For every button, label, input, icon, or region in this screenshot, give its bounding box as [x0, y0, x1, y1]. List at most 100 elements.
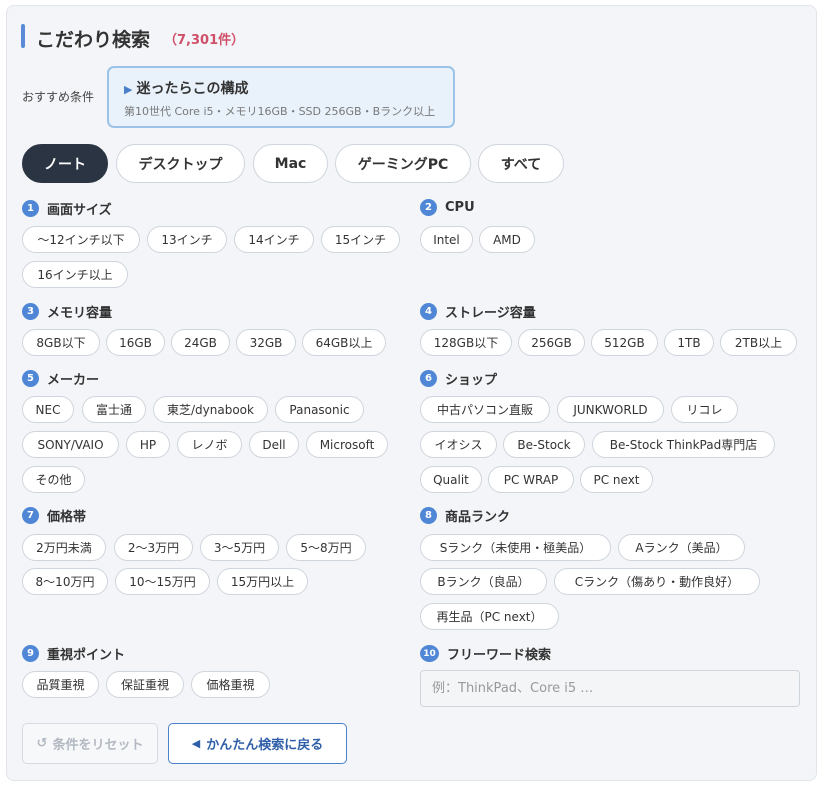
- option-shop-pc-next[interactable]: PC next: [580, 466, 653, 493]
- option-maker-sony-vaio[interactable]: SONY/VAIO: [22, 431, 119, 458]
- option-screen-15[interactable]: 15インチ: [321, 226, 400, 253]
- option-price-3-5[interactable]: 3〜5万円: [200, 534, 279, 561]
- tab-desktop[interactable]: デスクトップ: [116, 144, 245, 183]
- section-number-badge: 2: [420, 199, 437, 216]
- recommend-preset-button[interactable]: ▶ 迷ったらこの構成 第10世代 Core i5・メモリ16GB・SSD 256G…: [107, 66, 455, 128]
- left-arrow-icon: ◀: [191, 737, 201, 750]
- option-price-5-8[interactable]: 5〜8万円: [286, 534, 366, 561]
- section-title: メーカー: [47, 373, 100, 388]
- option-focus-quality[interactable]: 品質重視: [22, 671, 99, 698]
- section-number-badge: 1: [22, 200, 39, 217]
- section-title: ショップ: [445, 373, 498, 388]
- section-shop: 6 ショップ: [420, 369, 497, 388]
- recommend-subtitle: 第10世代 Core i5・メモリ16GB・SSD 256GB・Bランク以上: [124, 105, 436, 118]
- tab-gaming-pc[interactable]: ゲーミングPC: [335, 144, 471, 183]
- section-cpu: 2 CPU: [420, 199, 475, 216]
- option-rank-b[interactable]: Bランク（良品）: [420, 568, 547, 595]
- option-rank-c[interactable]: Cランク（傷あり・動作良好）: [554, 568, 760, 595]
- section-title: フリーワード検索: [447, 648, 552, 663]
- option-rank-s[interactable]: Sランク（未使用・極美品）: [420, 534, 611, 561]
- section-memory: 3 メモリ容量: [22, 302, 112, 321]
- section-number-badge: 10: [420, 645, 439, 662]
- option-memory-64gb[interactable]: 64GB以上: [302, 329, 386, 356]
- option-shop-junkworld[interactable]: JUNKWORLD: [557, 396, 664, 423]
- section-title: CPU: [445, 200, 475, 215]
- option-shop-qualit[interactable]: Qualit: [420, 466, 482, 493]
- reset-button-label: 条件をリセット: [52, 738, 144, 753]
- option-maker-toshiba[interactable]: 東芝/dynabook: [153, 396, 268, 423]
- option-focus-warranty[interactable]: 保証重視: [106, 671, 184, 698]
- option-maker-dell[interactable]: Dell: [249, 431, 299, 458]
- option-maker-fujitsu[interactable]: 富士通: [82, 396, 146, 423]
- option-shop-be-stock[interactable]: Be-Stock: [503, 431, 585, 458]
- section-number-badge: 6: [420, 370, 437, 387]
- section-number-badge: 5: [22, 370, 39, 387]
- option-shop-be-stock-thinkpad[interactable]: Be-Stock ThinkPad専門店: [592, 431, 775, 458]
- tab-all[interactable]: すべて: [478, 144, 564, 183]
- option-screen-14[interactable]: 14インチ: [234, 226, 314, 253]
- option-screen-12[interactable]: 〜12インチ以下: [22, 226, 140, 253]
- option-maker-microsoft[interactable]: Microsoft: [306, 431, 388, 458]
- option-screen-16[interactable]: 16インチ以上: [22, 261, 128, 288]
- option-maker-nec[interactable]: NEC: [22, 396, 74, 423]
- option-price-over-15[interactable]: 15万円以上: [217, 568, 308, 595]
- section-title: 画面サイズ: [47, 203, 112, 218]
- section-number-badge: 4: [420, 303, 437, 320]
- section-title: 重視ポイント: [47, 648, 126, 663]
- section-title: 価格帯: [47, 510, 87, 525]
- section-title: 商品ランク: [445, 510, 511, 525]
- option-shop-chuko-pc[interactable]: 中古パソコン直販: [420, 396, 550, 423]
- section-title: ストレージ容量: [445, 306, 536, 321]
- section-screen-size: 1 画面サイズ: [22, 199, 112, 218]
- option-price-2-3[interactable]: 2〜3万円: [114, 534, 193, 561]
- option-storage-128gb[interactable]: 128GB以下: [420, 329, 512, 356]
- option-memory-16gb[interactable]: 16GB: [106, 329, 165, 356]
- section-number-badge: 3: [22, 303, 39, 320]
- option-price-8-10[interactable]: 8〜10万円: [22, 568, 108, 595]
- option-memory-8gb[interactable]: 8GB以下: [22, 329, 100, 356]
- option-storage-2tb[interactable]: 2TB以上: [720, 329, 797, 356]
- option-storage-512gb[interactable]: 512GB: [591, 329, 658, 356]
- title-accent-bar: [21, 24, 25, 48]
- section-number-badge: 7: [22, 507, 39, 524]
- option-storage-256gb[interactable]: 256GB: [518, 329, 585, 356]
- section-free-word: 10 フリーワード検索: [420, 644, 551, 663]
- option-shop-iosys[interactable]: イオシス: [420, 431, 497, 458]
- option-shop-ricore[interactable]: リコレ: [671, 396, 738, 423]
- option-price-10-15[interactable]: 10〜15万円: [115, 568, 210, 595]
- option-shop-pc-wrap[interactable]: PC WRAP: [488, 466, 574, 493]
- option-screen-13[interactable]: 13インチ: [147, 226, 227, 253]
- option-memory-32gb[interactable]: 32GB: [236, 329, 296, 356]
- play-arrow-icon: ▶: [124, 83, 133, 96]
- option-rank-a[interactable]: Aランク（美品）: [618, 534, 745, 561]
- reset-button[interactable]: ↺ 条件をリセット: [22, 723, 158, 764]
- tab-mac[interactable]: Mac: [253, 144, 328, 183]
- option-maker-lenovo[interactable]: レノボ: [177, 431, 242, 458]
- option-storage-1tb[interactable]: 1TB: [664, 329, 714, 356]
- option-price-under-2[interactable]: 2万円未満: [22, 534, 106, 561]
- option-memory-24gb[interactable]: 24GB: [171, 329, 230, 356]
- section-title: メモリ容量: [47, 306, 113, 321]
- option-cpu-amd[interactable]: AMD: [479, 226, 535, 253]
- recommend-title: 迷ったらこの構成: [136, 81, 249, 97]
- free-word-search-input[interactable]: [420, 670, 800, 707]
- option-cpu-intel[interactable]: Intel: [420, 226, 473, 253]
- section-number-badge: 8: [420, 507, 437, 524]
- tab-note[interactable]: ノート: [22, 144, 108, 183]
- section-number-badge: 9: [22, 645, 39, 662]
- result-count: （7,301件）: [164, 33, 245, 48]
- option-rank-refurbished[interactable]: 再生品（PC next）: [420, 603, 559, 630]
- page-title: こだわり検索: [36, 29, 151, 51]
- section-storage: 4 ストレージ容量: [420, 302, 536, 321]
- option-maker-other[interactable]: その他: [22, 466, 85, 493]
- reset-icon: ↺: [36, 736, 48, 751]
- recommend-label: おすすめ条件: [22, 90, 95, 104]
- option-maker-hp[interactable]: HP: [126, 431, 170, 458]
- back-button-label: かんたん検索に戻る: [206, 738, 324, 753]
- option-focus-price[interactable]: 価格重視: [191, 671, 270, 698]
- back-to-simple-search-button[interactable]: ◀ かんたん検索に戻る: [168, 723, 347, 764]
- section-maker: 5 メーカー: [22, 369, 99, 388]
- section-price: 7 価格帯: [22, 506, 86, 525]
- section-focus: 9 重視ポイント: [22, 644, 125, 663]
- option-maker-panasonic[interactable]: Panasonic: [275, 396, 364, 423]
